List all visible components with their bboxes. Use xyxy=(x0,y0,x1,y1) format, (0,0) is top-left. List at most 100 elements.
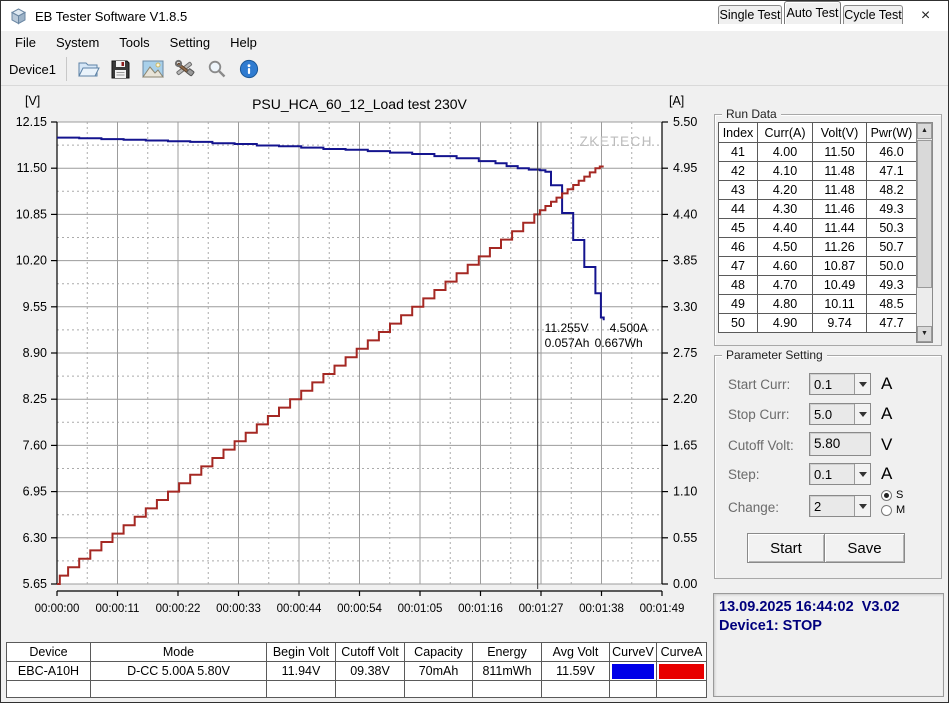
watermark: ZKETECH xyxy=(579,134,653,149)
x-tick-label: 00:01:16 xyxy=(458,603,503,615)
chevron-down-icon[interactable] xyxy=(854,496,870,516)
run-data-column-header: Index xyxy=(718,122,758,143)
left-tick-label: 10.85 xyxy=(16,207,47,221)
save-icon[interactable] xyxy=(108,57,134,81)
parameter-title: Parameter Setting xyxy=(722,348,827,362)
zoom-icon[interactable] xyxy=(204,57,230,81)
toolbar: Device1 xyxy=(1,53,948,86)
image-export-icon[interactable] xyxy=(140,57,166,81)
scroll-thumb[interactable] xyxy=(917,140,932,288)
left-tick-label: 10.20 xyxy=(16,254,47,268)
run-data-row: 44 4.30 11.46 49.3 xyxy=(718,199,917,219)
summary-row: EBC-A10H D-CC 5.00A 5.80V 11.94V 09.38V 70mA… xyxy=(6,661,707,681)
run-data-column-header: Curr(A) xyxy=(757,122,813,143)
left-tick-label: 8.90 xyxy=(23,346,47,360)
menu-help[interactable]: Help xyxy=(220,33,267,52)
chevron-down-icon[interactable] xyxy=(854,464,870,484)
window-title: EB Tester Software V1.8.5 xyxy=(35,8,188,24)
left-tick-label: 6.95 xyxy=(23,485,47,499)
radio-s[interactable]: S xyxy=(881,489,903,501)
run-data-row: 48 4.70 10.49 49.3 xyxy=(718,275,917,295)
x-tick-label: 00:00:00 xyxy=(35,603,80,615)
scroll-up-icon[interactable]: ▲ xyxy=(917,123,932,139)
left-tick-label: 8.25 xyxy=(23,392,47,406)
run-data-row: 50 4.90 9.74 47.7 xyxy=(718,313,917,333)
left-tick-label: 7.60 xyxy=(23,438,47,452)
radio-m[interactable]: M xyxy=(881,504,905,516)
right-tick-label: 0.55 xyxy=(673,531,697,545)
right-tick-label: 2.75 xyxy=(673,346,697,360)
run-data-row: 46 4.50 11.26 50.7 xyxy=(718,237,917,257)
run-data-row: 41 4.00 11.50 46.0 xyxy=(718,142,917,162)
right-tick-label: 3.30 xyxy=(673,300,697,314)
chart-title: PSU_HCA_60_12_Load test 230V xyxy=(252,96,467,112)
tab-single-test[interactable]: Single Test xyxy=(718,5,782,24)
chart-svg[interactable]: 12.15 11.50 10.85 10.20 9.55 8.90 8.25 7.60 6.95… xyxy=(1,86,711,639)
status-device-state: Device1: STOP xyxy=(719,618,822,634)
cutoff-volt-label: Cutoff Volt: xyxy=(728,438,794,453)
x-tick-label: 00:01:05 xyxy=(398,603,443,615)
left-axis-unit: [V] xyxy=(25,94,40,108)
chevron-down-icon[interactable] xyxy=(854,374,870,394)
status-box: 13.09.2025 16:44:02 V3.02 Device1: STOP xyxy=(713,593,944,697)
start-curr-label: Start Curr: xyxy=(728,377,791,392)
cursor-readout-curr: 4.500A xyxy=(610,321,648,335)
right-tick-label: 1.65 xyxy=(673,438,697,452)
summary-column-header: Mode xyxy=(90,642,267,662)
run-data-column-header: Volt(V) xyxy=(812,122,867,143)
right-tick-label: 1.10 xyxy=(673,485,697,499)
summary-column-header: Energy xyxy=(472,642,542,662)
summary-column-header: CurveV xyxy=(609,642,657,662)
curve-a-swatch xyxy=(659,663,704,679)
tools-icon[interactable] xyxy=(172,57,198,81)
summary-column-header: Capacity xyxy=(404,642,473,662)
tab-auto-test[interactable]: Auto Test xyxy=(784,1,841,24)
info-icon[interactable] xyxy=(236,57,262,81)
summary-column-header: Device xyxy=(6,642,91,662)
right-tick-label: 0.00 xyxy=(673,577,697,591)
left-tick-label: 12.15 xyxy=(16,115,47,129)
summary-column-header: Begin Volt xyxy=(266,642,336,662)
menu-setting[interactable]: Setting xyxy=(160,33,220,52)
cutoff-volt-unit: V xyxy=(881,435,893,454)
menu-file[interactable]: File xyxy=(5,33,46,52)
menu-tools[interactable]: Tools xyxy=(109,33,159,52)
right-tick-label: 2.20 xyxy=(673,392,697,406)
stop-curr-combo[interactable]: 5.0 xyxy=(809,403,871,425)
chart-panel: 12.15 11.50 10.85 10.20 9.55 8.90 8.25 7.60 6.95… xyxy=(1,86,711,639)
run-data-row: 47 4.60 10.87 50.0 xyxy=(718,256,917,276)
tab-cycle-test[interactable]: Cycle Test xyxy=(843,5,903,24)
chevron-down-icon[interactable] xyxy=(854,404,870,424)
summary-column-header: Avg Volt xyxy=(541,642,610,662)
app-cube-icon xyxy=(10,7,27,24)
change-label: Change: xyxy=(728,500,780,515)
step-unit: A xyxy=(881,464,893,483)
menu-bar: File System Tools Setting Help xyxy=(1,31,948,53)
stop-curr-label: Stop Curr: xyxy=(728,407,790,422)
step-combo[interactable]: 0.1 xyxy=(809,463,871,485)
summary-column-header: CurveA xyxy=(656,642,707,662)
x-tick-label: 00:00:11 xyxy=(96,603,140,615)
scroll-down-icon[interactable]: ▼ xyxy=(917,326,932,342)
right-tick-label: 3.85 xyxy=(673,254,697,268)
cutoff-volt-field[interactable]: 5.80 xyxy=(809,432,871,456)
right-tick-label: 4.40 xyxy=(673,207,697,221)
x-tick-label: 00:01:49 xyxy=(640,603,685,615)
run-data-scrollbar[interactable]: ▲ ▼ xyxy=(916,122,933,343)
start-button[interactable]: Start xyxy=(747,533,825,563)
run-data-row: 42 4.10 11.48 47.1 xyxy=(718,161,917,181)
close-button[interactable]: × xyxy=(903,1,948,31)
menu-system[interactable]: System xyxy=(46,33,109,52)
save-button[interactable]: Save xyxy=(824,533,905,563)
start-curr-combo[interactable]: 0.1 xyxy=(809,373,871,395)
run-data-title: Run Data xyxy=(722,107,781,121)
change-combo[interactable]: 2 xyxy=(809,495,871,517)
device-tab-label[interactable]: Device1 xyxy=(1,62,66,77)
open-folder-icon[interactable] xyxy=(76,57,102,81)
x-tick-label: 00:00:54 xyxy=(337,603,382,615)
app-window: EB Tester Software V1.8.5 × File System … xyxy=(0,0,949,703)
right-tick-label: 4.95 xyxy=(673,161,697,175)
x-tick-label: 00:01:38 xyxy=(579,603,624,615)
left-tick-label: 5.65 xyxy=(23,577,47,591)
run-data-row: 49 4.80 10.11 48.5 xyxy=(718,294,917,314)
